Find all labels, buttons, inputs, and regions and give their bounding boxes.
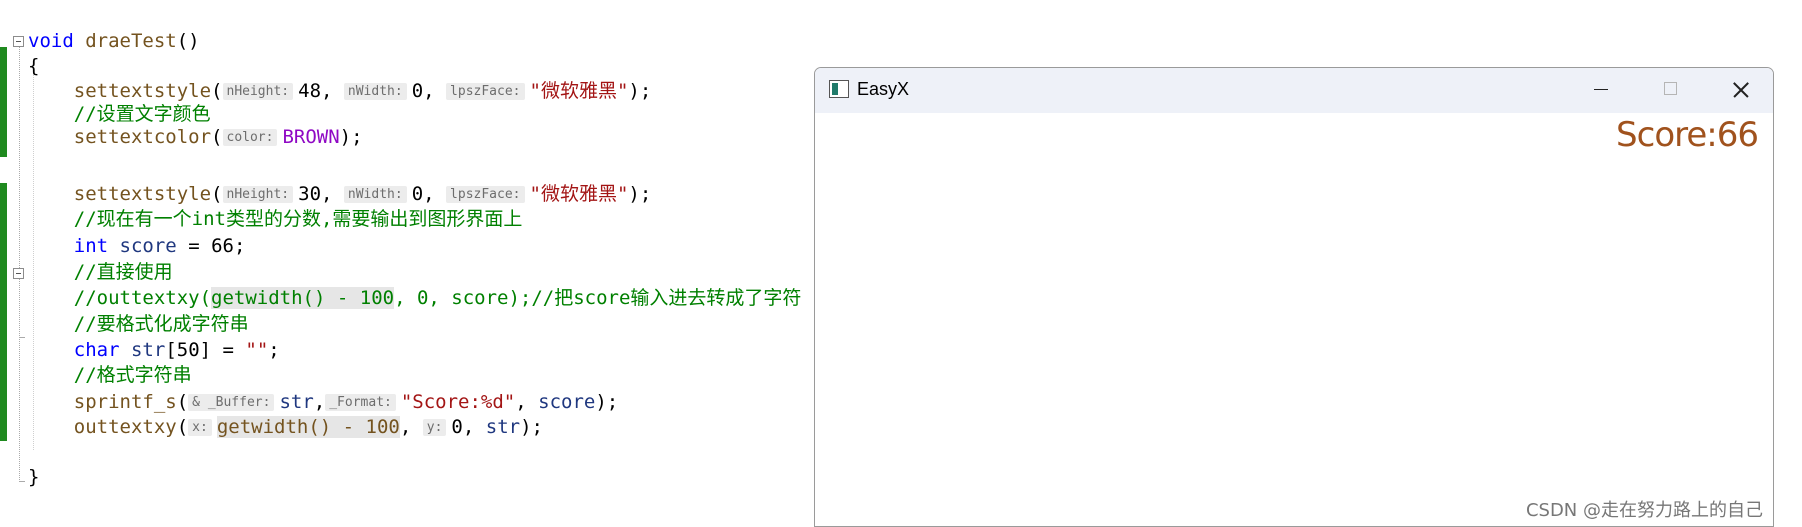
punctuation: , [515,391,539,413]
comment: //设置文字颜色 [73,103,211,125]
param-hint: & _Buffer: [188,394,275,411]
code-line-10[interactable]: //outtextxy(getwidth() - 100, 0, score);… [28,285,801,311]
param-hint: nWidth: [343,186,407,203]
param-hint: color: [222,129,278,146]
function-call: settextstyle [73,80,212,102]
code-line-9[interactable]: //直接使用 [28,259,173,285]
punctuation: , [321,80,344,102]
punctuation: [50] = [165,339,246,361]
number: 30 [298,183,322,205]
punctuation: ( [211,126,223,148]
comment: , 0, score);//把score输入进去转成了字符 [394,287,802,309]
function-call: outtextxy [73,416,177,438]
code-line-16[interactable]: } [28,464,39,490]
collapse-function-icon[interactable] [13,36,24,47]
code-line-11[interactable]: //要格式化成字符串 [28,311,249,337]
code-line-13[interactable]: //格式字符串 [28,362,192,388]
fold-guide-line [19,47,20,482]
keyword: int [73,235,109,257]
string-literal: "微软雅黑" [529,183,629,205]
param-hint: nWidth: [343,83,407,100]
punctuation: , [313,391,326,413]
code-line-12[interactable]: char str[50] = ""; [28,337,280,363]
comment: //直接使用 [73,261,173,283]
comment: //outtextxy( [73,287,212,309]
variable: score [119,235,177,257]
number: 0 [411,183,424,205]
punctuation: , [321,183,344,205]
keyword: void [28,30,74,52]
comment-highlight: getwidth() - 100 [211,287,395,309]
code-line-14[interactable]: sprintf_s(& _Buffer: str, _Format: "Score:%… [28,389,618,415]
open-brace: { [28,55,40,77]
window-title: EasyX [857,79,910,99]
param-hint: y: [422,419,447,436]
number: 0 [411,80,424,102]
keyword: char [73,339,120,361]
close-brace: } [28,466,40,488]
punctuation: () [176,30,200,52]
punctuation: ); [628,80,652,102]
punctuation: ); [339,126,363,148]
variable: score [538,391,596,413]
comment: //现在有一个int类型的分数,需要输出到图形界面上 [73,208,523,230]
change-marker-bar [0,183,7,441]
comment: //格式字符串 [73,364,192,386]
fold-end-marker [19,337,25,338]
watermark-text: CSDN @走在努力路上的自己 [1525,500,1763,521]
string-literal: "微软雅黑" [529,80,629,102]
punctuation: ); [595,391,619,413]
punctuation: ( [211,183,223,205]
punctuation: ( [176,391,189,413]
punctuation: ( [211,80,223,102]
string-literal: "Score:%d" [400,391,516,413]
punctuation: = 66; [176,235,246,257]
function-call: sprintf_s [73,391,177,413]
code-line-7[interactable]: //现在有一个int类型的分数,需要输出到图形界面上 [28,206,523,232]
punctuation: ( [176,416,189,438]
punctuation: ); [628,183,652,205]
punctuation: , [423,80,447,102]
change-marker-bar [0,47,7,157]
number: 0 [451,416,463,438]
variable: str [130,339,166,361]
param-hint: x: [188,419,212,436]
function-call: settextstyle [73,183,212,205]
macro-constant: BROWN [282,126,340,148]
collapse-comment-icon[interactable] [13,268,24,279]
param-hint: nHeight: [222,83,294,100]
param-hint: lpszFace: [446,83,525,100]
fold-end-marker [19,481,25,482]
number: 48 [298,80,322,102]
variable: str [485,416,521,438]
variable: str [279,391,314,413]
punctuation: ; [268,339,280,361]
code-line-1[interactable]: void draeTest() [28,28,200,54]
maximize-icon[interactable] [1637,68,1705,113]
punctuation: , [423,183,447,205]
punctuation: ); [520,416,543,438]
param-hint: nHeight: [222,186,294,203]
code-line-2[interactable]: { [28,53,39,79]
graphics-canvas[interactable]: Score:66 CSDN @走在努力路上的自己 [815,113,1773,526]
code-line-8[interactable]: int score = 66; [28,233,246,259]
string-literal: "" [245,339,269,361]
code-line-6[interactable]: settextstyle(nHeight: 30, nWidth: 0, lpszF… [28,181,652,207]
score-output-text: Score:66 [1616,115,1759,155]
close-icon[interactable] [1707,68,1773,113]
comment: //要格式化成字符串 [73,313,249,335]
expression-highlight: getwidth() - 100 [216,416,400,438]
easyx-window[interactable]: EasyX Score:66 CSDN @走在努力路上的自己 [814,67,1774,527]
function-call: settextcolor [73,126,212,148]
minimize-icon[interactable] [1567,68,1635,113]
code-line-5[interactable]: settextcolor(color: BROWN); [28,124,363,150]
app-icon [829,80,849,98]
punctuation: , [399,416,423,438]
punctuation: , [462,416,486,438]
function-name: draeTest [85,30,177,52]
code-line-15[interactable]: outtextxy(x: getwidth() - 100, y: 0, str); [28,414,543,440]
window-titlebar[interactable]: EasyX [815,68,1773,113]
param-hint: _Format: [325,394,396,411]
param-hint: lpszFace: [446,186,525,203]
